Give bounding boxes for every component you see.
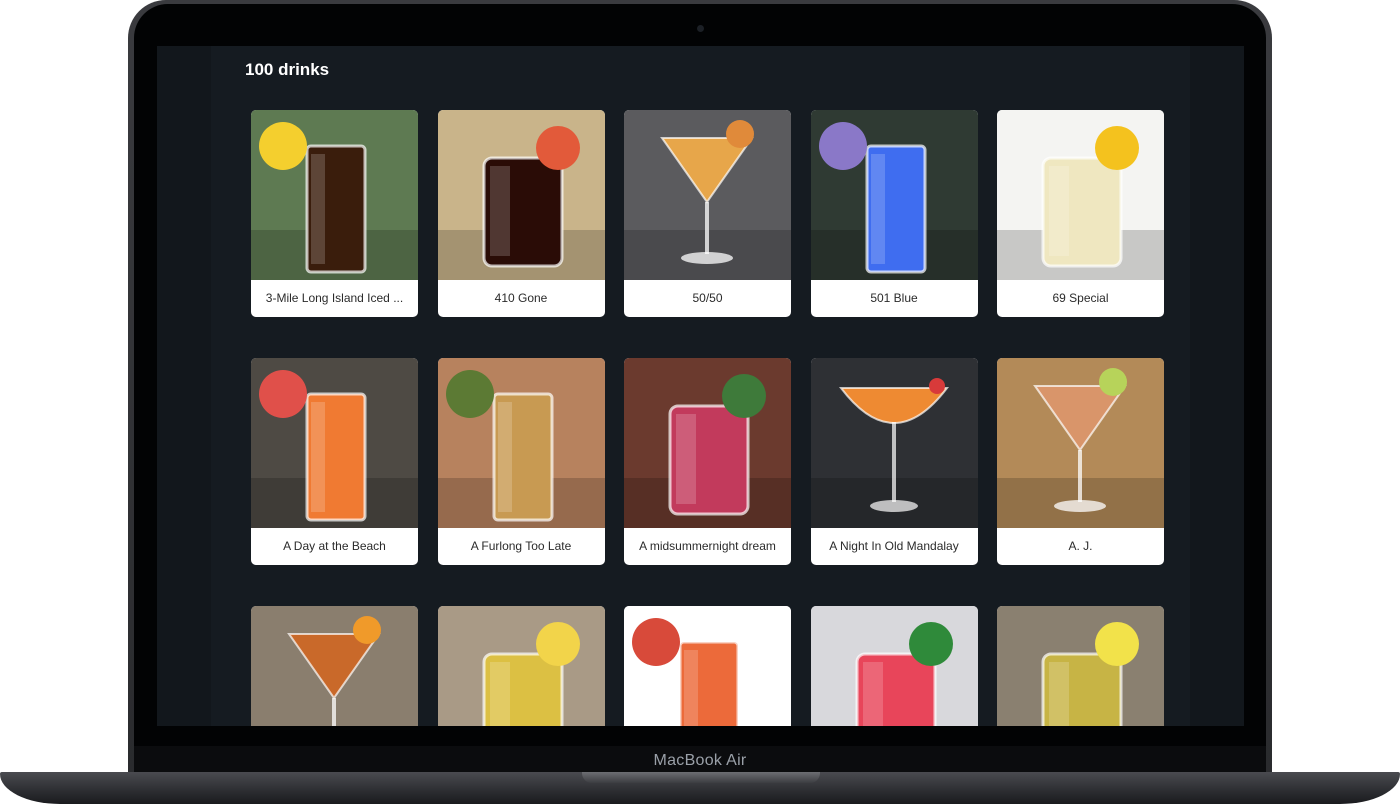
drink-name: 3-Mile Long Island Iced ... — [265, 291, 404, 305]
camera-icon — [697, 25, 704, 32]
drink-card[interactable] — [624, 606, 791, 726]
drink-card[interactable]: 410 Gone — [437, 110, 605, 317]
page-title: 100 drinks — [245, 60, 330, 79]
drink-photo — [624, 110, 791, 280]
drink-card[interactable]: 501 Blue — [810, 110, 978, 317]
drink-name: A. J. — [1068, 539, 1093, 553]
drink-photo — [810, 606, 978, 726]
left-sidebar — [157, 46, 211, 726]
drink-card[interactable] — [437, 606, 605, 726]
drink-name: A Night In Old Mandalay — [829, 539, 959, 553]
drink-photo — [251, 606, 418, 726]
drink-card[interactable]: 50/50 — [624, 110, 791, 317]
drink-photo — [997, 358, 1164, 528]
drink-photo — [624, 358, 791, 528]
drink-name: A Furlong Too Late — [470, 539, 572, 553]
drink-name: 50/50 — [692, 291, 723, 305]
drink-photo — [251, 110, 418, 280]
drink-photo — [251, 358, 418, 528]
drink-card[interactable]: A Night In Old Mandalay — [810, 358, 978, 565]
drink-name: 501 Blue — [870, 291, 918, 305]
drink-name: 69 Special — [1052, 291, 1109, 305]
drink-photo — [437, 358, 605, 528]
drink-card[interactable]: A Day at the Beach — [251, 358, 418, 565]
drinks-grid: 3-Mile Long Island Iced ... 410 Gone 50/50… — [251, 110, 1166, 726]
drink-photo — [810, 110, 978, 280]
drink-card[interactable]: 69 Special — [997, 110, 1164, 317]
drink-photo — [810, 358, 978, 528]
device-brand-label: MacBook Air — [653, 752, 747, 769]
drink-card[interactable] — [997, 606, 1164, 726]
drink-card[interactable] — [251, 606, 418, 726]
drink-name: A midsummernight dream — [639, 539, 776, 553]
right-gutter — [1190, 46, 1244, 726]
drink-photo — [997, 110, 1164, 280]
drink-photo — [997, 606, 1164, 726]
drink-card[interactable]: 3-Mile Long Island Iced ... — [251, 110, 418, 317]
drink-card[interactable]: A midsummernight dream — [624, 358, 791, 565]
laptop-notch — [582, 772, 820, 783]
drink-photo — [624, 606, 791, 726]
drink-photo — [437, 110, 605, 280]
drink-name: A Day at the Beach — [283, 539, 386, 553]
drink-photo — [437, 606, 605, 726]
drink-name: 410 Gone — [494, 291, 548, 305]
app-screen: 100 drinks 3-Mile Long Island Iced ... 41… — [157, 46, 1244, 726]
drink-card[interactable]: A. J. — [997, 358, 1164, 565]
drink-card[interactable]: A Furlong Too Late — [437, 358, 605, 565]
drink-card[interactable] — [810, 606, 978, 726]
